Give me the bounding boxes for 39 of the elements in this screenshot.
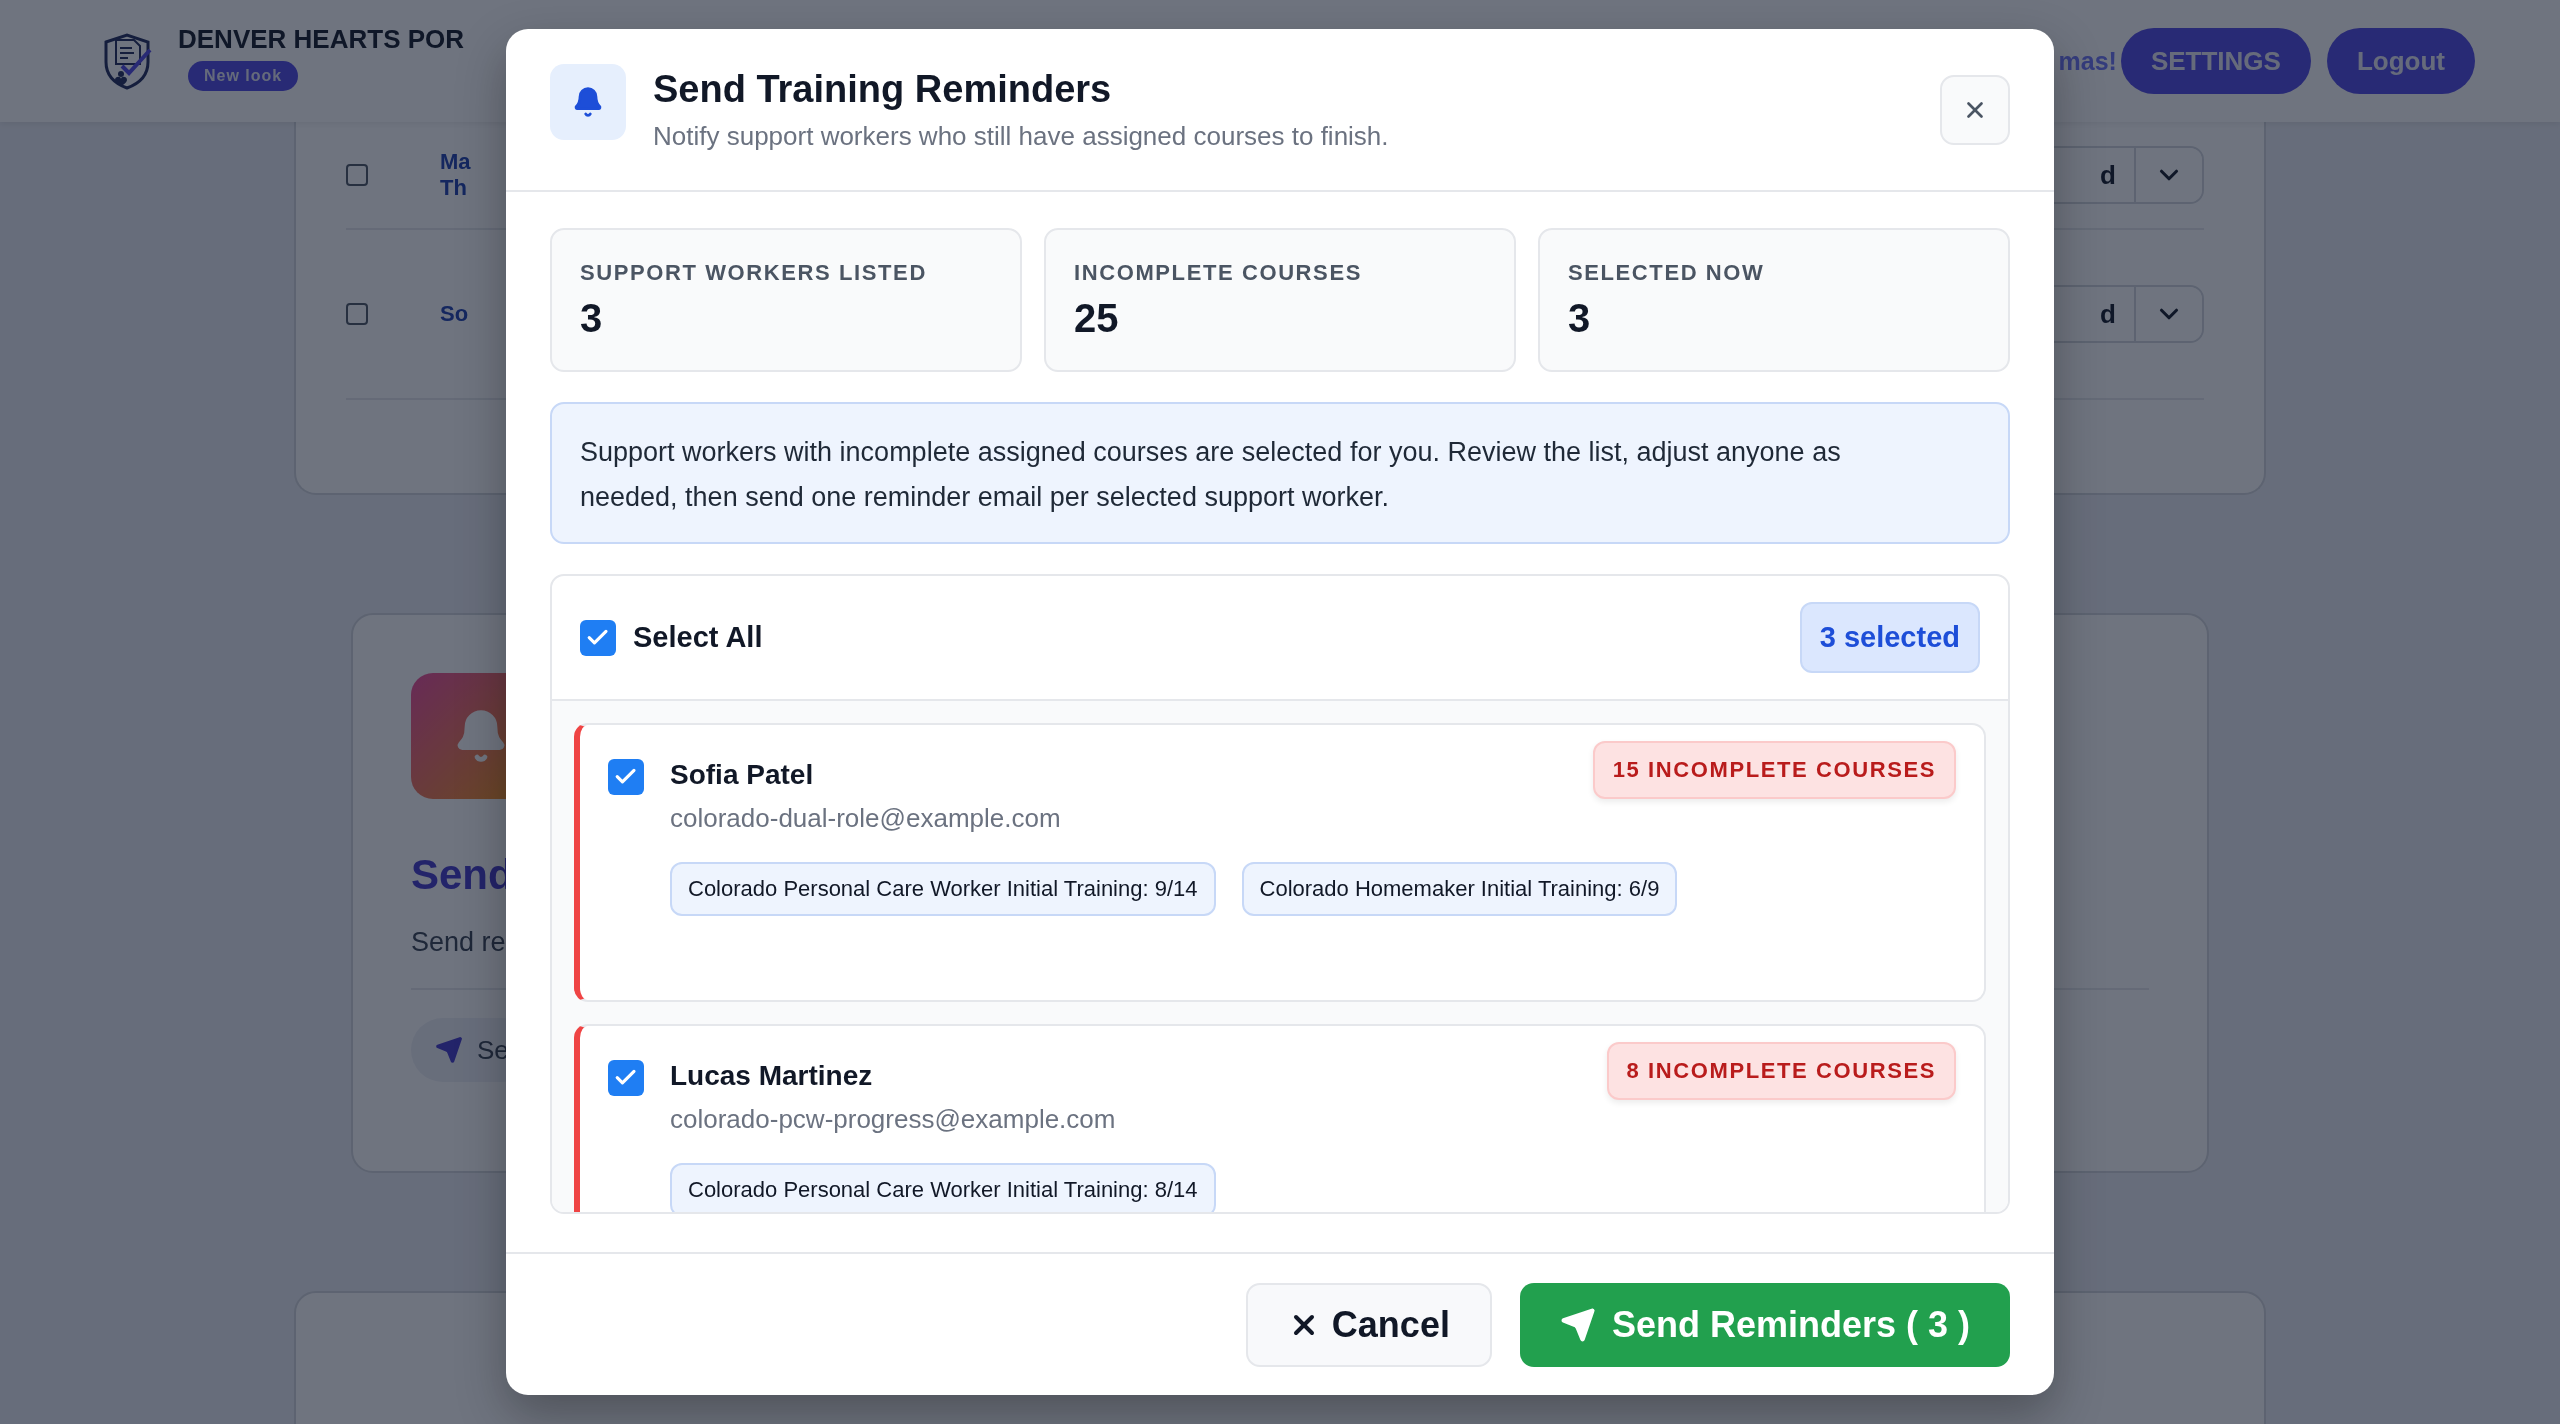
cancel-button[interactable]: Cancel [1245,1282,1492,1367]
checkbox[interactable] [580,619,616,656]
logout-button[interactable]: Logout [2326,28,2475,94]
dialog-subtitle: Notify support workers who still have assigned courses to finish. [653,120,1389,152]
checkbox[interactable] [346,303,368,325]
info-message: Support workers with incomplete assigned courses are selected for you. Review the list, adjust anyone as needed, then send one reminder email per selected support worker. [550,402,2010,544]
stat-value: 25 [1074,296,1120,341]
course-chip: Colorado Personal Care Worker Initial Training: 8/14 [670,1163,1216,1212]
send-icon [1559,1306,1596,1343]
bell-icon [550,63,626,140]
checkbox[interactable] [608,1060,644,1096]
incomplete-count-badge: 8 INCOMPLETE COURSES [1606,1042,1956,1100]
card-description: Send re [411,927,506,958]
brand-title: DENVER HEARTS POR [178,23,465,55]
stat-label: INCOMPLETE COURSES [1074,260,1363,286]
name-link[interactable]: Ma Th [440,149,471,201]
send-icon [435,1036,463,1064]
worker-email: colorado-pcw-progress@example.com [670,1104,1116,1135]
settings-button[interactable]: SETTINGS [2120,28,2311,94]
worker-name: Sofia Patel [670,759,814,791]
send-reminders-button[interactable]: Send Reminders ( 3 ) [1519,1282,2010,1367]
checkbox[interactable] [608,759,644,795]
stat-value: 3 [580,296,604,341]
course-chip: Colorado Personal Care Worker Initial Training: 9/14 [670,862,1216,916]
stat-label: SUPPORT WORKERS LISTED [580,260,928,286]
greeting-text: mas! [2058,46,2117,76]
checkbox[interactable] [346,164,368,186]
close-button[interactable] [1940,74,2010,145]
dialog-title: Send Training Reminders [653,67,1113,111]
selected-count-badge: 3 selected [1799,602,1980,673]
stat-value: 3 [1568,296,1592,341]
new-look-badge: New look [188,60,299,91]
worker-name: Lucas Martinez [670,1060,873,1092]
name-link[interactable]: So [440,301,469,327]
select-all-label[interactable]: Select All [633,621,763,654]
stat-label: SELECTED NOW [1568,260,1766,286]
course-chip: Colorado Homemaker Initial Training: 6/9 [1241,862,1678,916]
incomplete-count-badge: 15 INCOMPLETE COURSES [1592,741,1956,799]
worker-email: colorado-dual-role@example.com [670,803,1061,834]
